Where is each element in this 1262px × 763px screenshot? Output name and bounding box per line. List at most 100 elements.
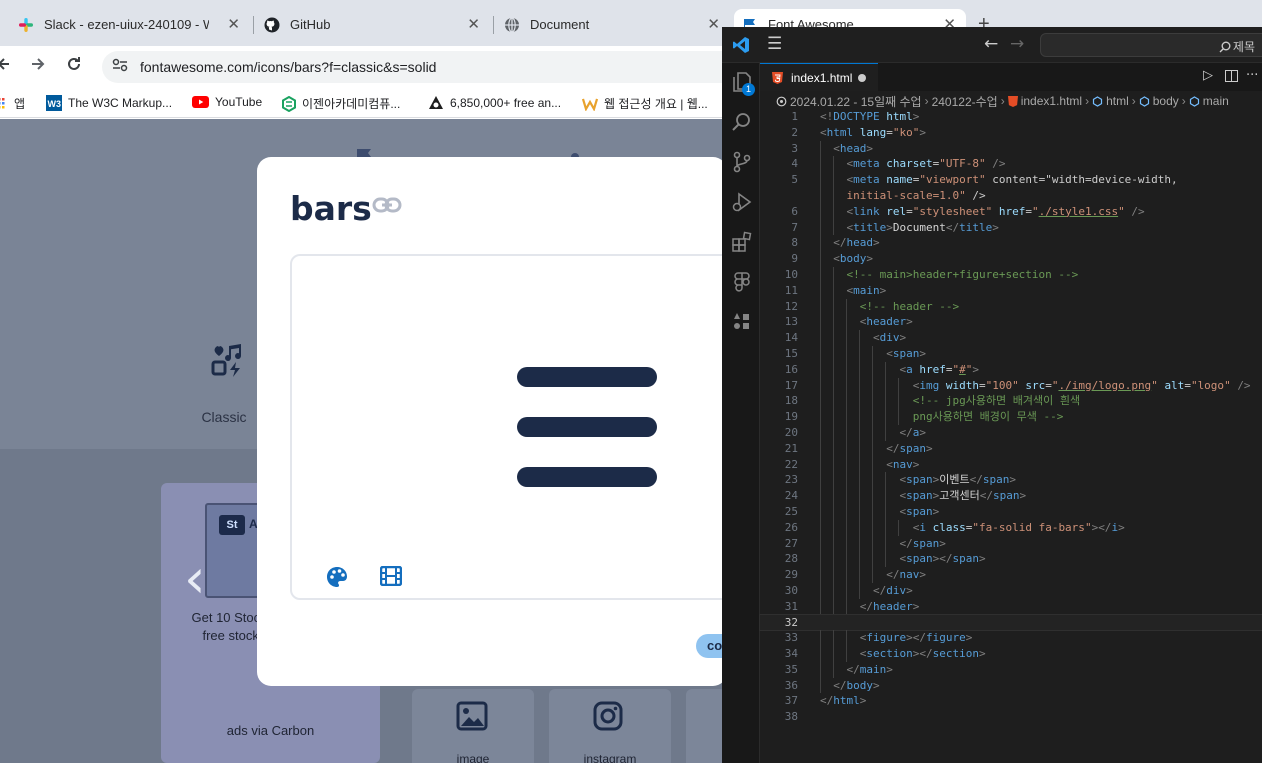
ad-via-carbon[interactable]: ads via Carbon [161,723,380,738]
code-line[interactable]: 19 png사용하면 배경이 무색 --> [760,409,1262,425]
code-text: </span> [886,441,933,455]
code-line[interactable]: 37 </html> [760,693,1262,709]
code-line[interactable]: 9 <body> [760,251,1262,267]
run-debug-icon[interactable] [731,191,753,218]
breadcrumb-item[interactable]: 240122-수업 [932,93,998,110]
forward-icon[interactable] [30,56,46,77]
source-control-icon[interactable] [731,151,753,178]
globe-icon [504,16,520,33]
remote-explorer-icon[interactable] [731,311,753,338]
code-line[interactable]: 16 <a href="#"> [760,361,1262,378]
bookmark-web-accessibility[interactable]: 웹 접근성 개요 | 웹... [582,95,708,112]
bookmark-label: 앱 [14,97,26,111]
code-line[interactable]: 1 <!DOCTYPE html> [760,109,1262,125]
code-text: <meta name="viewport" content="width=dev… [846,173,1178,187]
icon-tile-partial[interactable] [686,689,726,763]
tab-document[interactable]: Document ✕ [504,9,730,40]
code-line[interactable]: 29 </nav> [760,567,1262,583]
code-line[interactable]: 15 <span> [760,345,1262,362]
breadcrumb-item[interactable]: html [1106,94,1129,108]
code-line[interactable]: 32 [759,613,1262,632]
code-line[interactable]: 13 <header> [760,314,1262,331]
code-line[interactable]: 24 <span>고객센터</span> [760,488,1262,504]
nav-back-icon[interactable]: ← [984,34,998,54]
code-text: </div> [872,583,913,597]
code-line[interactable]: 34 <section></section> [760,646,1262,662]
breadcrumb-item[interactable]: 2024.01.22 - 15일째 수업 [790,93,922,110]
code-line[interactable]: 18 <!-- jpg사용하면 배겨색이 흰색 [760,393,1262,410]
more-actions-icon[interactable]: ··· [1246,68,1258,83]
unsaved-indicator[interactable] [858,74,866,82]
breadcrumb-item[interactable]: index1.html [1021,94,1082,108]
line-number: 20 [784,425,798,439]
search-icon[interactable] [731,111,753,138]
code-line[interactable]: 10 <!-- main>header+figure+section --> [760,266,1262,283]
split-editor-icon[interactable] [1225,68,1238,86]
code-line[interactable]: 20 </a> [760,424,1262,441]
ad-thumbnail[interactable]: St Ad [205,503,265,598]
code-line[interactable]: 30 </div> [760,582,1262,599]
breadcrumb-separator: › [1181,94,1186,108]
tab-slack[interactable]: Slack - ezen-uiux-240109 - W ✕ [18,9,250,40]
code-line[interactable]: 35 </main> [760,661,1262,678]
code-text: </main> [846,662,893,676]
code-line[interactable]: initial-scale=1.0" /> [760,187,1262,204]
code-line[interactable]: 36 </body> [760,677,1262,694]
tab-title: Slack - ezen-uiux-240109 - W [44,17,209,32]
code-line[interactable]: 4 <meta charset="UTF-8" /> [760,156,1262,173]
code-line[interactable]: 26 <i class="fa-solid fa-bars"></i> [760,519,1262,536]
code-line[interactable]: 6 <link rel="stylesheet" href="./style1.… [760,203,1262,220]
link-icon[interactable] [372,197,402,218]
nav-forward-icon[interactable]: → [1010,34,1024,54]
code-line[interactable]: 23 <span>이벤트</span> [760,472,1262,489]
tab-github[interactable]: GitHub ✕ [264,9,490,40]
command-center-search[interactable]: 제목 [1040,33,1262,57]
code-line[interactable]: 11 <main> [760,282,1262,299]
code-line[interactable]: 22 <nav> [760,456,1262,473]
code-line[interactable]: 28 <span></span> [760,551,1262,568]
back-icon[interactable] [0,56,10,77]
bars-icon-line [517,467,657,487]
reload-icon[interactable] [66,56,82,77]
site-info-icon[interactable] [112,58,128,77]
breadcrumb-item[interactable]: main [1203,94,1229,108]
bookmark-flaticon[interactable]: 6,850,000+ free an... [428,95,561,111]
address-bar[interactable]: fontawesome.com/icons/bars?f=classic&s=s… [102,51,742,83]
close-icon[interactable]: ✕ [467,15,480,33]
extensions-icon[interactable] [731,231,753,258]
code-line[interactable]: 12 <!-- header --> [760,298,1262,315]
bookmark-youtube[interactable]: YouTube [192,95,262,109]
run-file-icon[interactable]: ▷ [1203,68,1213,83]
carousel-prev-button[interactable]: ‹ [184,547,206,610]
code-line[interactable]: 33 <figure></figure> [760,630,1262,647]
code-text: <figure></figure> [859,631,973,645]
code-line[interactable]: 25 <span> [760,503,1262,520]
code-line[interactable]: 2 <html lang="ko"> [760,125,1262,141]
film-icon[interactable] [379,565,403,591]
code-editor[interactable]: 1 <!DOCTYPE html> 2 <html lang="ko"> 3 <head… [759,109,1262,729]
code-line[interactable]: 3 <head> [760,140,1262,157]
palette-icon[interactable] [326,566,348,593]
breadcrumb-item[interactable]: body [1153,94,1179,108]
code-line[interactable]: 17 <img width="100" src="./img/logo.png"… [760,377,1262,394]
code-line[interactable]: 27 </span> [760,535,1262,552]
code-line[interactable]: 38 [760,709,1262,725]
bookmark-apps[interactable]: 앱 [0,95,25,112]
menu-icon[interactable]: ☰ [767,34,782,54]
editor-tab-index1[interactable]: index1.html [760,63,878,91]
icon-tile-image[interactable]: image [412,689,534,763]
code-line[interactable]: 21 </span> [760,440,1262,457]
code-line[interactable]: 14 <div> [760,330,1262,346]
close-icon[interactable]: ✕ [227,15,240,33]
bookmark-ezen[interactable]: 이젠아카데미컴퓨... [282,95,400,112]
code-line[interactable]: 7 <title>Document</title> [760,219,1262,236]
code-line[interactable]: 5 <meta name="viewport" content="width=d… [760,172,1262,188]
icon-tile-instagram[interactable]: instagram [549,689,671,763]
close-icon[interactable]: ✕ [707,15,720,33]
code-line[interactable]: 31 </header> [760,598,1262,615]
code-line[interactable]: 8 </head> [760,235,1262,252]
code-text: <div> [872,331,907,345]
figma-icon[interactable] [731,271,753,298]
html5-icon [772,71,783,84]
bookmark-w3c[interactable]: W3 The W3C Markup... [46,95,172,111]
